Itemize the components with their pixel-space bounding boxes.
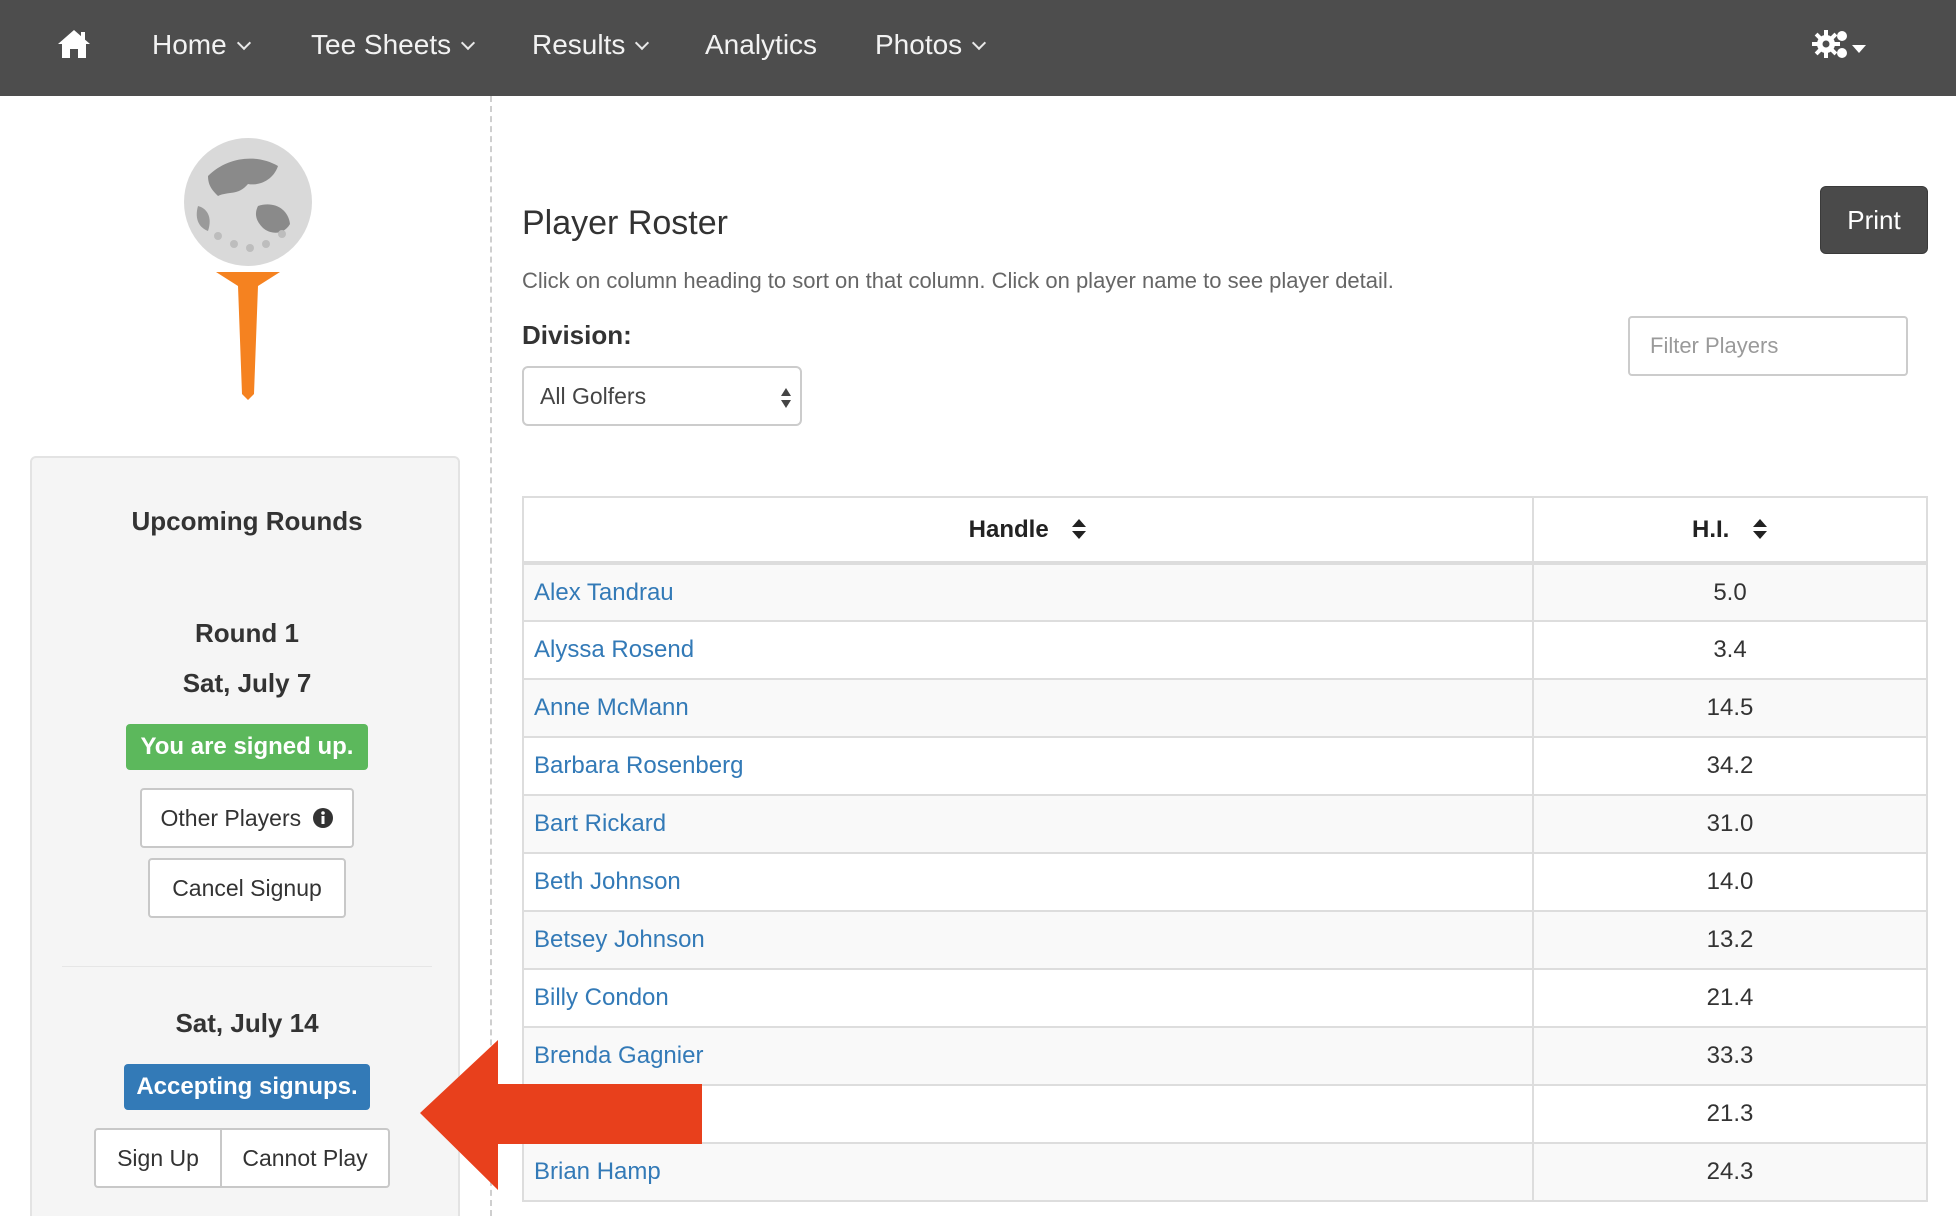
player-link[interactable]: Anne McMann (534, 694, 689, 721)
info-circle-icon (312, 808, 333, 828)
caret-down-icon (1852, 45, 1866, 53)
player-link[interactable]: Beth Johnson (534, 868, 681, 895)
sort-icon (1072, 518, 1087, 539)
top-navbar: Home Tee Sheets Results Analytics Photos (0, 0, 1956, 96)
division-selected-value: All Golfers (540, 383, 647, 409)
table-header-row: Handle H.I. (523, 497, 1927, 565)
chevron-down-icon (635, 35, 650, 51)
nav-home-label: Home (152, 29, 227, 60)
table-row: Brenda Gagnier 33.3 (523, 1026, 1927, 1085)
column-header-hi[interactable]: H.I. (1533, 497, 1927, 565)
player-link[interactable]: Betsey Johnson (534, 926, 705, 953)
player-link[interactable]: Barbara Rosenberg (534, 752, 743, 779)
chevron-down-icon (461, 35, 476, 51)
handicap-value: 21.3 (1533, 1084, 1927, 1143)
table-row: Brian Hamp 24.3 (523, 1142, 1927, 1201)
instructions-text: Click on column heading to sort on that … (522, 268, 1394, 293)
player-link[interactable]: Bart Rickard (534, 810, 666, 837)
player-link[interactable]: Alyssa Rosend (534, 636, 694, 663)
nav-photos[interactable]: Photos (875, 0, 987, 96)
filter-players-input[interactable] (1628, 316, 1908, 376)
other-players-button[interactable]: Other Players (140, 788, 354, 848)
round-name: Round 1 (195, 618, 299, 648)
handicap-value: 24.3 (1533, 1142, 1927, 1201)
chevron-down-icon (236, 35, 251, 51)
table-row: Barbara Rosenberg 34.2 (523, 736, 1927, 795)
handicap-value: 31.0 (1533, 794, 1927, 853)
red-arrow-annotation (420, 1040, 702, 1190)
panel-separator (62, 966, 432, 967)
status-badge-accepting: Accepting signups. (124, 1064, 370, 1110)
panel-title: Upcoming Rounds (131, 506, 363, 536)
handicap-value: 3.4 (1533, 620, 1927, 679)
print-button[interactable]: Print (1820, 186, 1928, 254)
sort-icon (1753, 518, 1767, 539)
cannot-play-button[interactable]: Cannot Play (220, 1128, 390, 1188)
table-row: Alyssa Rosend 3.4 (523, 620, 1927, 679)
nav-tee-sheets-label: Tee Sheets (311, 29, 452, 60)
nav-tee-sheets[interactable]: Tee Sheets (311, 0, 476, 96)
cancel-signup-button[interactable]: Cancel Signup (148, 858, 346, 918)
handicap-value: 5.0 (1533, 562, 1927, 621)
player-roster-table: Handle H.I. Alex Tandrau 5.0 Alyssa Rose… (522, 496, 1928, 1202)
table-row: Billy Condon 21.4 (523, 968, 1927, 1027)
page-title: Player Roster (522, 204, 728, 242)
column-header-label: H.I. (1691, 515, 1730, 543)
column-header-handle[interactable]: Handle (523, 497, 1534, 565)
upcoming-rounds-panel: Upcoming Rounds Round 1 Sat, July 7 You … (30, 456, 460, 1216)
gears-icon[interactable] (1812, 26, 1872, 66)
nav-analytics[interactable]: Analytics (705, 0, 817, 96)
table-row: Bart Rickard 31.0 (523, 794, 1927, 853)
handicap-value: 33.3 (1533, 1026, 1927, 1085)
select-arrows-icon (781, 388, 791, 408)
player-link[interactable]: Billy Condon (534, 984, 669, 1011)
nav-analytics-label: Analytics (705, 29, 818, 60)
handicap-value: 14.0 (1533, 852, 1927, 911)
player-link[interactable]: Alex Tandrau (534, 579, 674, 606)
round-date: Sat, July 7 (182, 668, 312, 698)
division-select[interactable]: All Golfers (522, 366, 802, 426)
nav-results[interactable]: Results (532, 0, 650, 96)
sign-up-button[interactable]: Sign Up (94, 1128, 222, 1188)
handicap-value: 34.2 (1533, 736, 1927, 795)
home-icon[interactable] (56, 28, 92, 60)
nav-home[interactable]: Home (152, 0, 251, 96)
column-header-label: Handle (968, 515, 1049, 543)
handicap-value: 14.5 (1533, 678, 1927, 737)
table-row: Betsey Johnson 13.2 (523, 910, 1927, 969)
handicap-value: 13.2 (1533, 910, 1927, 969)
golf-logo (184, 138, 312, 400)
division-label: Division: (522, 320, 632, 350)
table-row: Alex Tandrau 5.0 (523, 562, 1927, 621)
nav-results-label: Results (532, 29, 626, 60)
chevron-down-icon (972, 35, 987, 51)
status-badge-signed-up: You are signed up. (126, 724, 368, 770)
nav-photos-label: Photos (875, 29, 963, 60)
table-row: Anne McMann 14.5 (523, 678, 1927, 737)
other-players-label: Other Players (160, 805, 302, 831)
table-row: Beth Johnson 14.0 (523, 852, 1927, 911)
table-row: 21.3 (523, 1084, 1927, 1143)
round-date: Sat, July 14 (175, 1008, 319, 1038)
handicap-value: 21.4 (1533, 968, 1927, 1027)
